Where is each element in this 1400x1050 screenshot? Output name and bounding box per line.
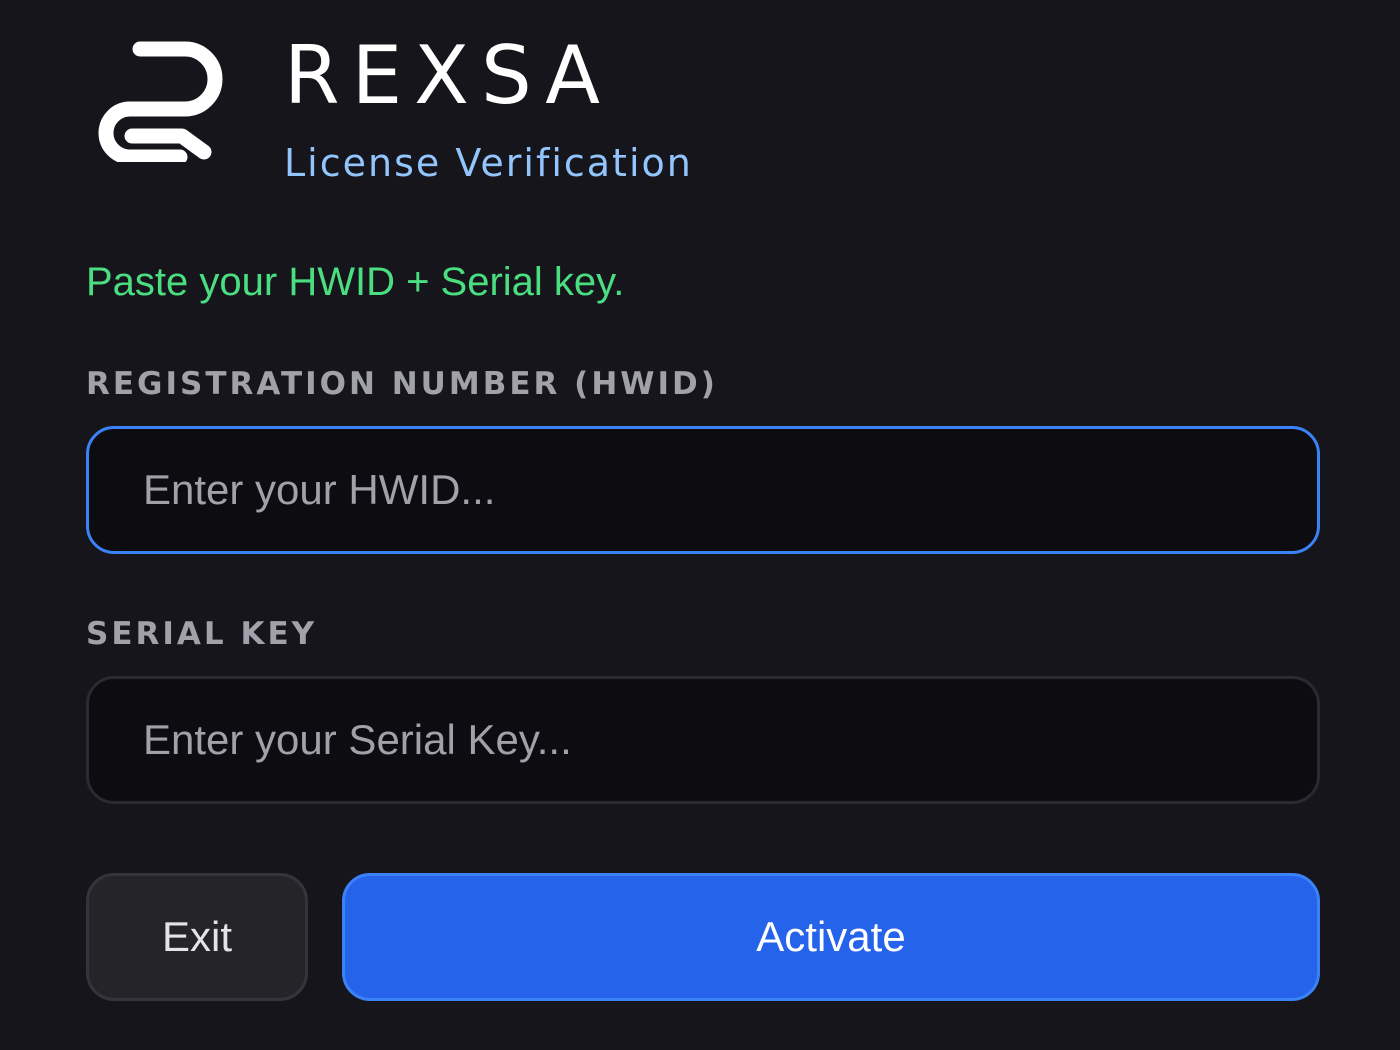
- license-window: REXSA License Verification Paste your HW…: [0, 0, 1400, 1050]
- brand-title: REXSA: [284, 29, 612, 122]
- exit-button[interactable]: Exit: [86, 873, 308, 1001]
- serial-key-input[interactable]: [86, 676, 1320, 804]
- status-message: Paste your HWID + Serial key.: [86, 260, 625, 304]
- hwid-input[interactable]: [86, 426, 1320, 554]
- page-subtitle: License Verification: [284, 141, 693, 185]
- activate-button-label: Activate: [756, 913, 906, 960]
- serial-key-label: SERIAL KEY: [86, 616, 318, 652]
- exit-button-label: Exit: [161, 913, 232, 960]
- rexsa-logo-icon: [92, 38, 232, 165]
- activate-button[interactable]: Activate: [342, 873, 1320, 1001]
- hwid-label: REGISTRATION NUMBER (HWID): [86, 366, 718, 402]
